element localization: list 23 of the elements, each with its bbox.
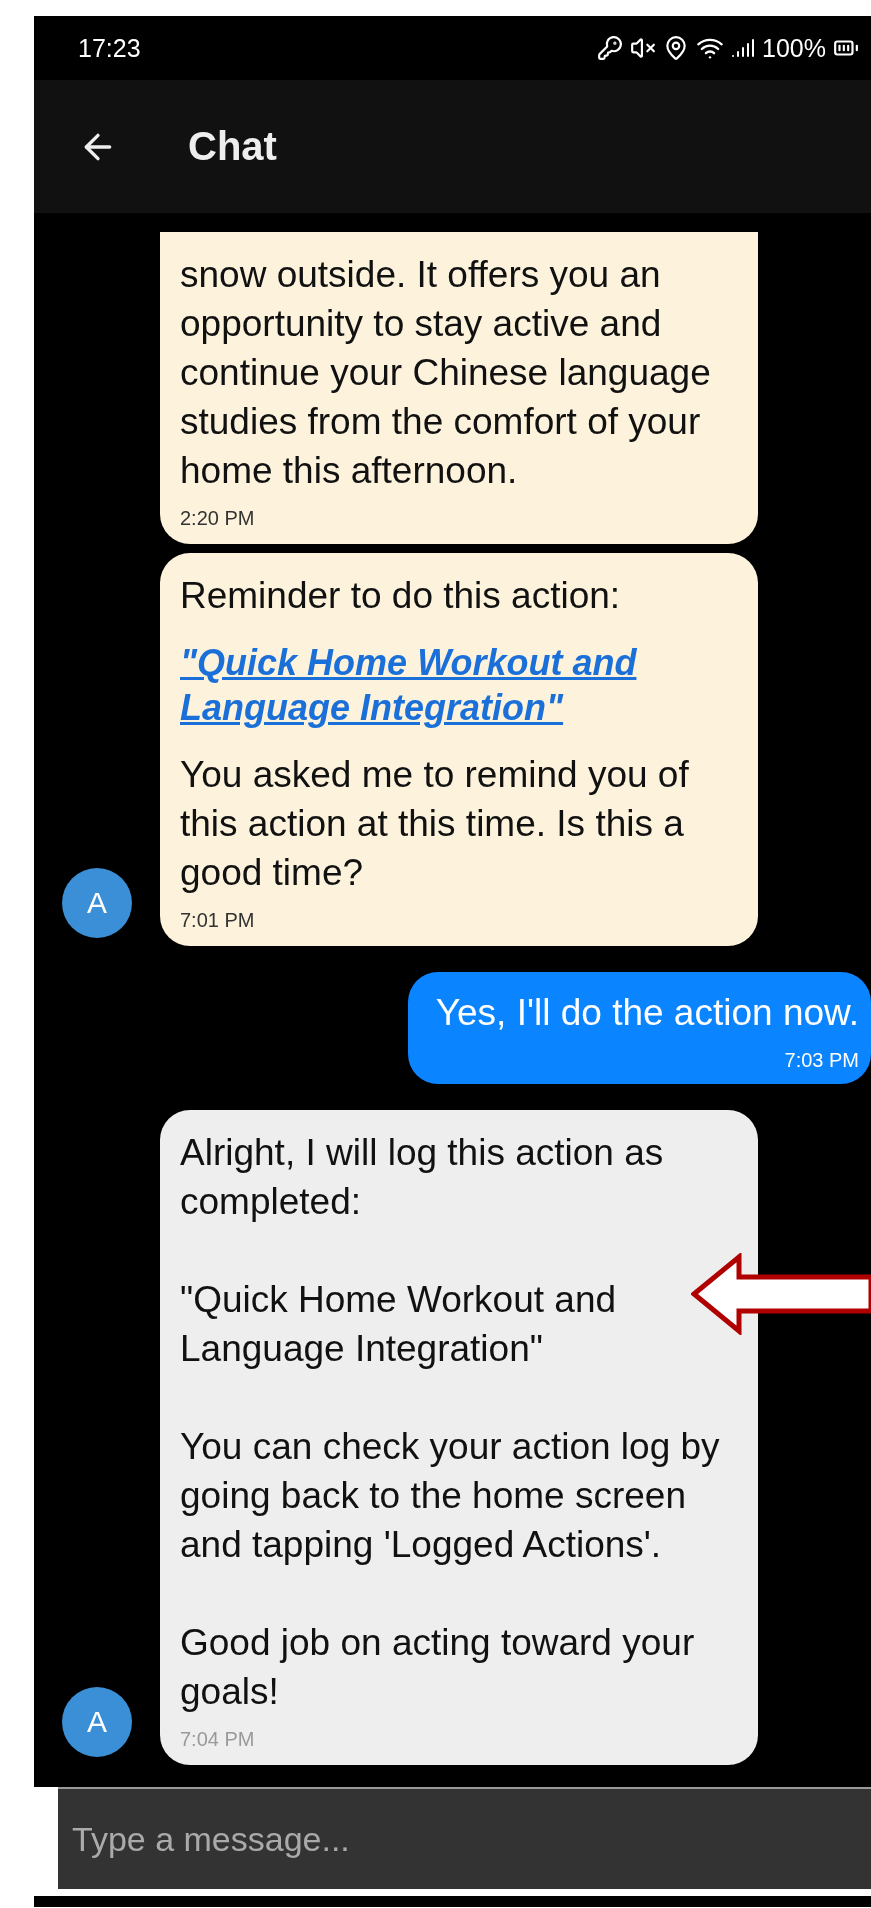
- message-input[interactable]: Type a message...: [58, 1787, 871, 1889]
- status-time: 17:23: [78, 33, 141, 63]
- key-icon: [597, 35, 624, 61]
- message-text: Good job on acting toward your goals!: [180, 1621, 696, 1714]
- signal-icon: [731, 36, 756, 60]
- message-time: 7:04 PM: [180, 1728, 256, 1751]
- message-text: "Quick Home Workout and Language Integration": [180, 1278, 618, 1371]
- message-text: Yes, I'll do the action now.: [435, 991, 859, 1035]
- avatar: A: [62, 868, 132, 938]
- message-time: 2:20 PM: [180, 507, 256, 530]
- message-text: Alright, I will log this action as completed:: [180, 1131, 665, 1224]
- chat-title: Chat: [188, 124, 277, 169]
- message-time: 7:03 PM: [783, 1049, 859, 1072]
- action-link[interactable]: "Quick Home Workout and Language Integration": [180, 640, 734, 730]
- arrow-icon: [691, 1253, 871, 1335]
- avatar: A: [62, 1687, 132, 1757]
- message-text: You asked me to remind you of this action at this time. Is this a good time?: [180, 753, 690, 895]
- message-text: snow outside. It offers you an opportunity to stay active and continue your Chinese language studies from the comfort of your home this afternoon.: [180, 253, 712, 493]
- message-text: You can check your action log by going back to the home screen and tapping 'Logged Actions'.: [180, 1425, 721, 1567]
- message-time: 7:01 PM: [180, 909, 256, 932]
- message-text: Reminder to do this action:: [180, 574, 622, 618]
- battery-level: 100%: [762, 33, 826, 63]
- mute-icon: [630, 35, 657, 61]
